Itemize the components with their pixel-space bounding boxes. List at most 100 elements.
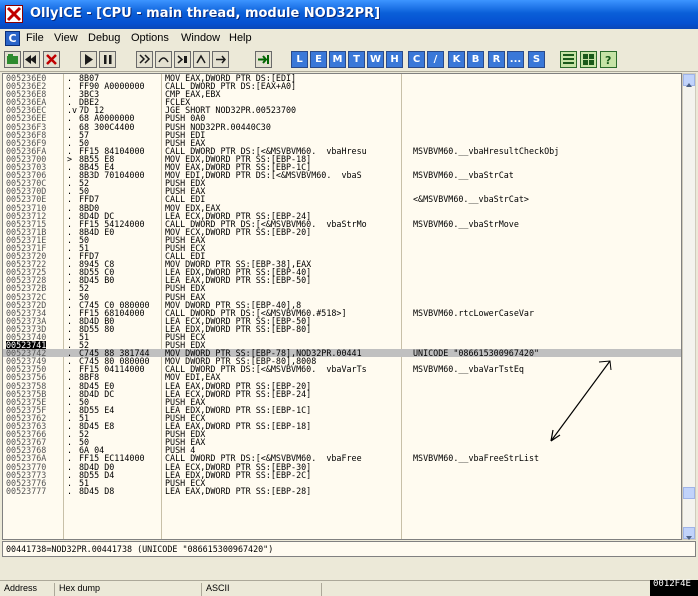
disasm-row[interactable]: 005236F8. 57 PUSH EDI — [3, 130, 681, 138]
disasm-row[interactable]: 00523728. 8D45 B0 LEA EAX,DWORD PTR SS:[EB… — [3, 276, 681, 285]
disasm-row[interactable]: 0052370D. 50 PUSH EAX — [3, 187, 681, 196]
animate-into-icon[interactable] — [174, 51, 191, 68]
disasm-row[interactable]: 0052371F. 51 PUSH ECX — [3, 244, 681, 252]
disasm-comment: MSVBVM60.__vbaStrMove — [413, 218, 519, 229]
disasm-comment: MSVBVM60.__vbaVarTstEq — [413, 364, 524, 375]
disasm-instruction: CALL EDI — [165, 195, 206, 204]
disasm-row[interactable]: 005236EA. DBE2 FCLEX — [3, 98, 681, 106]
disasm-row[interactable]: 005236E8. 3BC3 CMP EAX,EBX — [3, 90, 681, 99]
disasm-instruction: LEA ECX,DWORD PTR SS:[EBP-24] — [165, 211, 312, 220]
toolbar: L E M T W H C / K B R ... S ? — [0, 49, 698, 72]
disasm-instruction: MOV DWORD PTR SS:[EBP-40],8 — [165, 300, 302, 309]
disasm-jump-marker: . — [67, 485, 73, 496]
run-trace-button[interactable]: ... — [507, 51, 524, 68]
menu-debug[interactable]: Debug — [88, 32, 120, 44]
disassembly-pane[interactable]: 005236E0. 8B07 MOV EAX,DWORD PTR DS:[EDI] 0… — [2, 73, 682, 540]
disasm-row[interactable]: 005236E2. FF90 A0000000 CALL DWORD PTR DS:… — [3, 82, 681, 90]
disasm-instruction: JGE SHORT NOD32PR.00523700 — [165, 106, 297, 115]
references-window-button[interactable]: R — [488, 51, 505, 68]
disasm-row[interactable]: 0052371B. 8B4D E0 MOV ECX,DWORD PTR SS:[EB… — [3, 228, 681, 236]
cpu-window-button[interactable]: C — [408, 51, 425, 68]
disasm-instruction: LEA EAX,DWORD PTR SS:[EBP-50] — [165, 276, 312, 285]
open-icon[interactable] — [4, 51, 21, 68]
disasm-instruction: PUSH EAX — [165, 235, 206, 244]
menu-window[interactable]: Window — [181, 32, 220, 44]
disasm-instruction: CALL DWORD PTR DS:[<&MSVBVM60.__vbaStrMo — [165, 219, 367, 228]
disasm-instruction: LEA ECX,DWORD PTR SS:[EBP-30] — [165, 462, 312, 471]
scroll-up-arrow-icon[interactable] — [683, 74, 695, 87]
appearance-options-icon[interactable] — [580, 51, 597, 68]
disasm-instruction: CALL EDI — [165, 252, 206, 261]
disasm-comment: MSVBVM60.__vbaHresultCheckObj — [413, 145, 560, 156]
disasm-instruction: CALL DWORD PTR DS:[<&MSVBVM60.__vbaHresu — [165, 146, 367, 155]
disasm-row[interactable]: 0052370E. FFD7 CALL EDI <&MSVBVM60.__vbaStr… — [3, 194, 681, 205]
windows-list-button[interactable]: W — [367, 51, 384, 68]
threads-window-button[interactable]: T — [348, 51, 365, 68]
disasm-instruction: MOV DWORD PTR SS:[EBP-78],NOD32PR.00441 — [165, 349, 362, 358]
disasm-row[interactable]: 00523777. 8D45 D8 LEA EAX,DWORD PTR SS:[EB… — [3, 485, 681, 496]
menu-help[interactable]: Help — [229, 32, 252, 44]
patches-window-button[interactable]: / — [427, 51, 444, 68]
run-icon[interactable] — [80, 51, 97, 68]
disasm-comment: <&MSVBVM60.__vbaStrCat> — [413, 194, 529, 205]
source-window-button[interactable]: S — [528, 51, 545, 68]
disasm-row[interactable]: 0052373D. 8D55 80 LEA EDX,DWORD PTR SS:[EB… — [3, 324, 681, 333]
step-over-icon[interactable] — [155, 51, 172, 68]
close-process-icon[interactable] — [43, 51, 60, 68]
stack-address-label: 0012F4E — [650, 580, 698, 596]
log-window-button[interactable]: L — [291, 51, 308, 68]
ollyice-app-icon[interactable] — [5, 5, 23, 23]
disasm-instruction: LEA EDX,DWORD PTR SS:[EBP-40] — [165, 268, 312, 277]
cpu-window-icon[interactable]: C — [5, 31, 20, 46]
disasm-row[interactable]: 0052371E. 50 PUSH EAX — [3, 235, 681, 244]
info-pane: 00441738=NOD32PR.00441738 (UNICODE "0866… — [2, 541, 696, 557]
disassembly-scrollbar[interactable] — [682, 73, 696, 540]
dump-column-address[interactable]: Address — [0, 583, 55, 596]
disasm-comment: MSVBVM60.__vbaFreeStrList — [413, 453, 540, 464]
disasm-instruction: LEA EDX,DWORD PTR SS:[EBP-1C] — [165, 405, 312, 414]
pause-icon[interactable] — [99, 51, 116, 68]
disasm-instruction: LEA ECX,DWORD PTR SS:[EBP-50] — [165, 316, 312, 325]
modules-window-button[interactable]: E — [310, 51, 327, 68]
step-into-icon[interactable] — [136, 51, 153, 68]
dump-column-ascii[interactable]: ASCII — [202, 583, 322, 596]
svg-text:?: ? — [605, 54, 611, 67]
disasm-row[interactable]: 005236F3. 68 300C4400 PUSH NOD32PR.00440C3… — [3, 122, 681, 130]
disasm-instruction: MOV EDI,DWORD PTR DS:[<&MSVBVM60.__vbaS — [165, 171, 362, 180]
disasm-instruction: PUSH 4 — [165, 446, 196, 455]
disasm-instruction: PUSH EAX — [165, 292, 206, 301]
menu-file[interactable]: File — [26, 32, 44, 44]
menu-bar: C File View Debug Options Window Help — [0, 29, 698, 49]
disasm-row[interactable]: 00523773. 8D55 D4 LEA EDX,DWORD PTR SS:[EB… — [3, 470, 681, 478]
memory-map-button[interactable]: M — [329, 51, 346, 68]
disasm-row[interactable]: 00523740. 51 PUSH ECX — [3, 333, 681, 341]
disasm-row[interactable]: 00523706. 8B3D 70104000 MOV EDI,DWORD PTR … — [3, 171, 681, 180]
title-bar: OllyICE - [CPU - main thread, module NOD… — [0, 0, 698, 29]
call-stack-button[interactable]: K — [448, 51, 465, 68]
disasm-row[interactable]: 0052372B. 52 PUSH EDX — [3, 284, 681, 292]
disasm-instruction: MOV EDX,DWORD PTR SS:[EBP-18] — [165, 154, 312, 163]
disasm-instruction: PUSH EAX — [165, 187, 206, 196]
execute-till-return-icon[interactable] — [212, 51, 229, 68]
rewind-icon[interactable] — [23, 51, 40, 68]
disasm-row[interactable]: 0052370C. 52 PUSH EDX — [3, 179, 681, 187]
scrollbar-thumb[interactable] — [683, 487, 695, 499]
disasm-instruction: MOV EDI,EAX — [165, 373, 221, 382]
animate-over-icon[interactable] — [193, 51, 210, 68]
disasm-instruction: PUSH EAX — [165, 397, 206, 406]
disasm-instruction: MOV EAX,DWORD PTR SS:[EBP-1C] — [165, 163, 312, 172]
disasm-instruction: CMP EAX,EBX — [165, 90, 221, 99]
menu-view[interactable]: View — [54, 32, 78, 44]
scroll-down-arrow-icon[interactable] — [683, 527, 695, 540]
handles-window-button[interactable]: H — [386, 51, 403, 68]
go-to-icon[interactable] — [255, 51, 272, 68]
disasm-instruction: LEA EDX,DWORD PTR SS:[EBP-80] — [165, 324, 312, 333]
disasm-instruction: LEA EAX,DWORD PTR SS:[EBP-28] — [165, 486, 312, 495]
window-title: OllyICE - [CPU - main thread, module NOD… — [30, 6, 381, 21]
menu-options[interactable]: Options — [131, 32, 169, 44]
debugging-options-icon[interactable] — [560, 51, 577, 68]
help-icon[interactable]: ? — [600, 51, 617, 68]
dump-column-hex[interactable]: Hex dump — [55, 583, 202, 596]
disasm-instruction: CALL DWORD PTR DS:[<&MSVBVM60.__vbaVarTs — [165, 365, 367, 374]
breakpoints-window-button[interactable]: B — [467, 51, 484, 68]
